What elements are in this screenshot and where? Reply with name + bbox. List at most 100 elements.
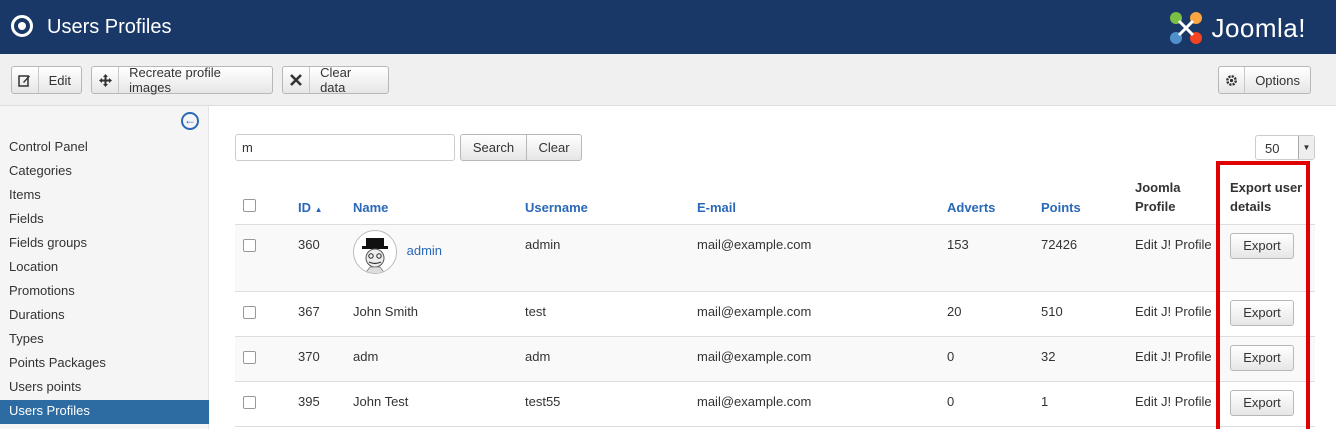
row-select-cell [235,224,298,292]
cell-username: test [525,291,697,337]
list-limit-value: 50 [1265,141,1280,156]
column-username[interactable]: Username [525,168,697,225]
sidebar-item-location[interactable]: Location [0,256,209,280]
points-link[interactable]: 510 [1041,291,1135,337]
points-link[interactable]: 32 [1041,336,1135,382]
sidebar-nav: Control Panel Categories Items Fields Fi… [0,136,209,424]
chevron-down-icon: ▼ [1298,136,1314,159]
clear-data-button-label: Clear data [320,65,352,95]
cell-email: mail@example.com [697,381,947,427]
adverts-link[interactable]: 0 [947,381,1041,427]
move-icon [92,67,120,93]
search-button[interactable]: Search [460,134,527,161]
user-name-link[interactable]: adm [353,336,525,382]
adverts-link[interactable]: 0 [947,336,1041,382]
column-joomla-profile: Joomla Profile [1135,168,1218,225]
edit-button[interactable]: Edit [11,66,82,94]
cell-id: 360 [298,224,353,292]
cell-id: 395 [298,381,353,427]
main-content: Search Clear 50 ▼ ID ▲ Name Username E-m… [210,106,1336,429]
cell-name: admin [353,224,525,292]
table-row: 395 John Test test55 mail@example.com 0 … [235,381,1315,427]
user-name-link[interactable]: admin [407,243,442,258]
column-email[interactable]: E-mail [697,168,947,225]
sidebar-item-types[interactable]: Types [0,328,209,352]
page-title: Users Profiles [47,16,172,38]
gear-icon [1219,67,1246,93]
sidebar: ← Control Panel Categories Items Fields … [0,106,209,429]
adverts-link[interactable]: 153 [947,224,1041,292]
export-button[interactable]: Export [1230,232,1294,259]
table-row: 367 John Smith test mail@example.com 20 … [235,291,1315,337]
edit-joomla-profile-link[interactable]: Edit J! Profile [1135,291,1218,337]
cell-username: admin [525,224,697,292]
cell-export: Export [1218,291,1315,337]
column-points[interactable]: Points [1041,168,1135,225]
cell-username: test55 [525,381,697,427]
edit-icon [12,67,39,93]
sidebar-item-users-profiles[interactable]: Users Profiles [0,400,209,424]
close-icon [283,67,311,93]
edit-joomla-profile-link[interactable]: Edit J! Profile [1135,381,1218,427]
export-button[interactable]: Export [1230,299,1294,326]
edit-joomla-profile-link[interactable]: Edit J! Profile [1135,224,1218,292]
options-button-label: Options [1255,72,1300,88]
edit-button-label: Edit [48,72,71,88]
sidebar-item-users-points[interactable]: Users points [0,376,209,400]
sidebar-item-fields[interactable]: Fields [0,208,209,232]
check-all-checkbox[interactable] [243,198,256,212]
cell-email: mail@example.com [697,291,947,337]
sidebar-item-points-packages[interactable]: Points Packages [0,352,209,376]
adverts-link[interactable]: 20 [947,291,1041,337]
export-button[interactable]: Export [1230,344,1294,371]
row-select-cell [235,336,298,382]
sidebar-item-control-panel[interactable]: Control Panel [0,136,209,160]
cell-export: Export [1218,381,1315,427]
recreate-button-label: Recreate profile images [129,65,221,95]
list-limit-select[interactable]: 50 ▼ [1255,135,1315,160]
column-id[interactable]: ID ▲ [298,168,353,225]
search-input[interactable] [235,134,455,161]
recreate-profile-images-button[interactable]: Recreate profile images [91,65,273,95]
points-link[interactable]: 1 [1041,381,1135,427]
sidebar-item-promotions[interactable]: Promotions [0,280,209,304]
joomla-logo[interactable]: Joomla! [1167,10,1306,46]
sidebar-item-items[interactable]: Items [0,184,209,208]
points-link[interactable]: 72426 [1041,224,1135,292]
export-button[interactable]: Export [1230,389,1294,416]
avatar [353,229,397,274]
row-select-cell [235,291,298,337]
row-checkbox[interactable] [243,305,256,319]
user-name-link[interactable]: John Smith [353,291,525,337]
users-profiles-icon [11,15,33,37]
cell-export: Export [1218,224,1315,292]
options-button[interactable]: Options [1218,66,1311,94]
cell-username: adm [525,336,697,382]
sort-ascending-icon: ▲ [314,204,323,214]
row-select-cell [235,381,298,427]
cell-email: mail@example.com [697,336,947,382]
column-adverts[interactable]: Adverts [947,168,1041,225]
cell-id: 370 [298,336,353,382]
app-header: Users Profiles Joomla! [0,0,1336,54]
row-checkbox[interactable] [243,350,256,364]
column-name[interactable]: Name [353,168,525,225]
users-table: ID ▲ Name Username E-mail Adverts Points… [235,168,1315,427]
row-checkbox[interactable] [243,395,256,409]
sidebar-item-durations[interactable]: Durations [0,304,209,328]
edit-joomla-profile-link[interactable]: Edit J! Profile [1135,336,1218,382]
sidebar-item-categories[interactable]: Categories [0,160,209,184]
column-export-user-details: Export user details [1218,168,1315,225]
collapse-sidebar-icon[interactable]: ← [181,112,199,130]
row-checkbox[interactable] [243,238,256,252]
cell-id: 367 [298,291,353,337]
joomla-logo-icon [1170,12,1203,44]
cell-export: Export [1218,336,1315,382]
user-name-link[interactable]: John Test [353,381,525,427]
table-row: 370 adm adm mail@example.com 0 32 Edit J… [235,336,1315,382]
joomla-wordmark: Joomla! [1211,12,1306,43]
clear-search-button[interactable]: Clear [526,134,582,161]
check-all-header [235,168,298,225]
sidebar-item-fields-groups[interactable]: Fields groups [0,232,209,256]
clear-data-button[interactable]: Clear data [282,65,389,95]
